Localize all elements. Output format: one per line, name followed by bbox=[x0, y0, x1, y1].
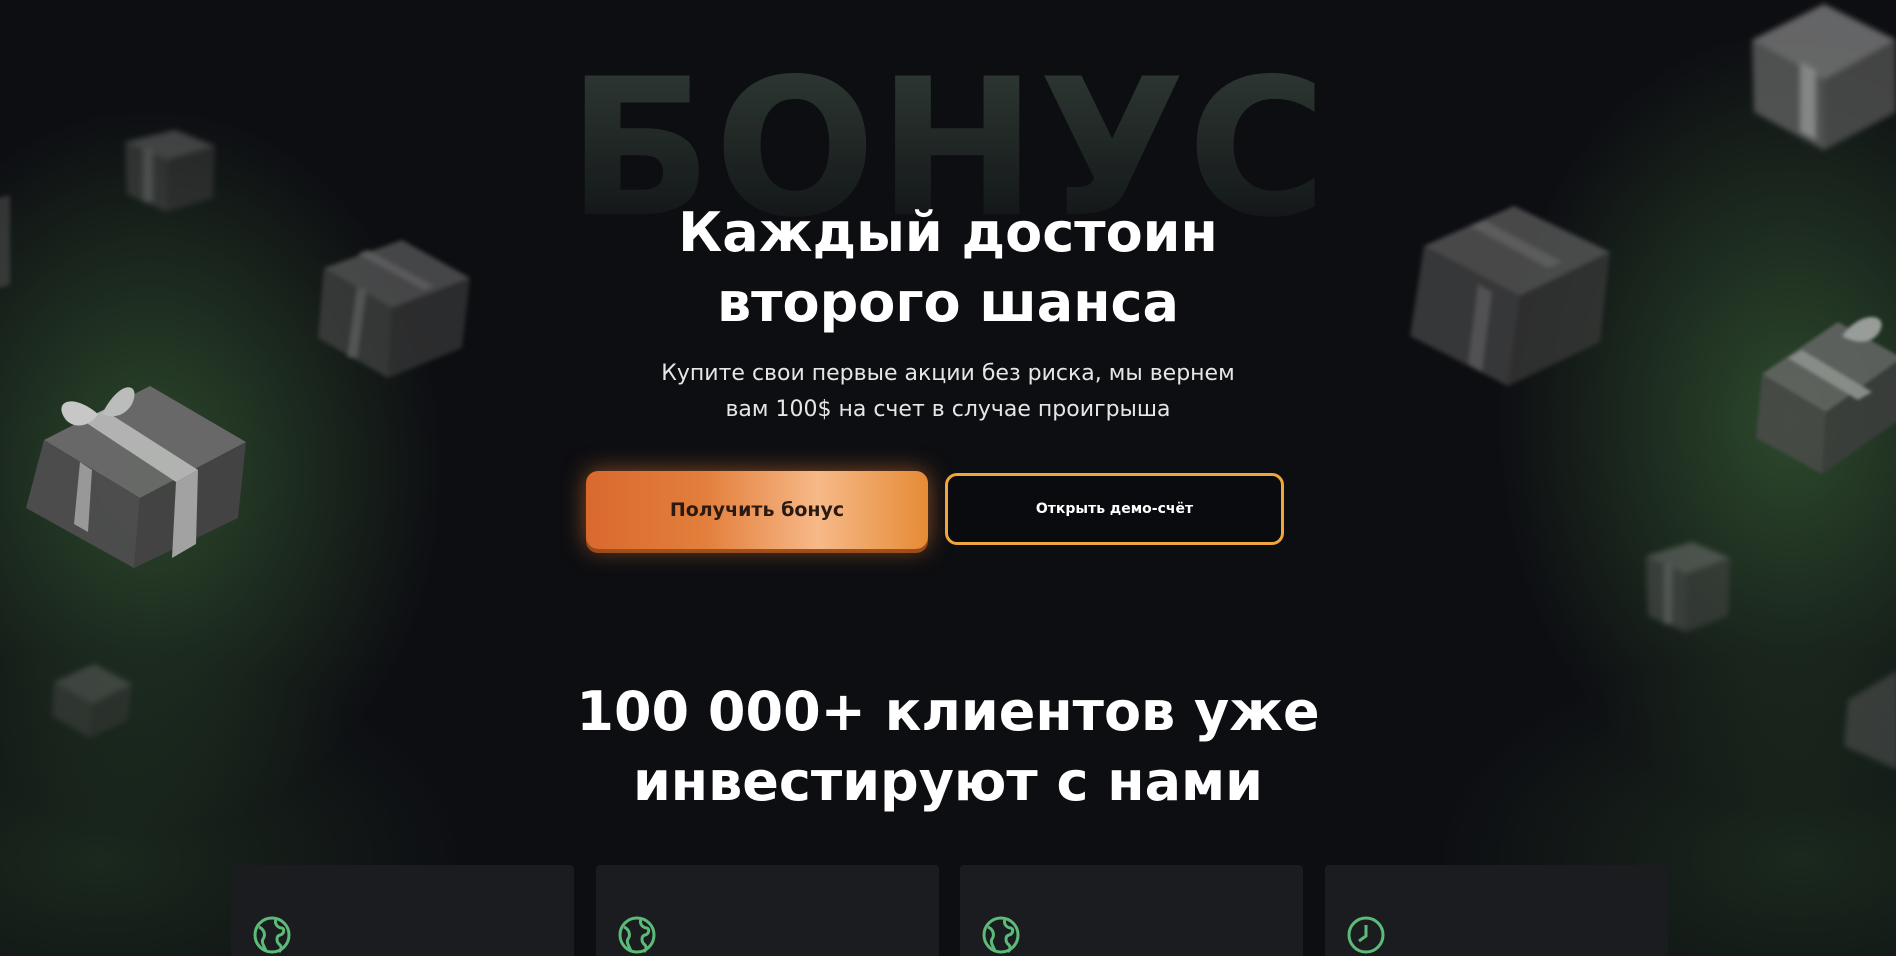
globe-icon bbox=[252, 915, 292, 955]
hero-subtitle-line: Купите свои первые акции без риска, мы в… bbox=[661, 361, 1235, 386]
gift-box-decoration bbox=[1640, 536, 1735, 636]
globe-icon bbox=[617, 915, 657, 955]
hero-subtitle-line: вам 100$ на счет в случае проигрыша bbox=[725, 397, 1171, 422]
hero-title: Каждый достоин второго шанса bbox=[0, 198, 1896, 338]
feature-card bbox=[1325, 865, 1668, 956]
clients-stats-title: 100 000+ клиентов уже инвестируют с нами bbox=[0, 677, 1896, 817]
feature-card bbox=[231, 865, 574, 956]
clock-icon bbox=[1346, 915, 1386, 955]
hero-title-line: Каждый достоин bbox=[678, 201, 1218, 264]
stats-title-line: инвестируют с нами bbox=[632, 750, 1264, 813]
stats-title-line: 100 000+ клиентов уже bbox=[576, 680, 1320, 743]
open-demo-account-button[interactable]: Открыть демо-счёт bbox=[945, 473, 1284, 545]
feature-cards bbox=[231, 865, 1668, 956]
hero-title-line: второго шанса bbox=[717, 271, 1179, 334]
landing-page: БОНУС Каждый достоин второго шанса Купит… bbox=[0, 0, 1896, 956]
globe-icon bbox=[981, 915, 1021, 955]
feature-card bbox=[960, 865, 1303, 956]
get-bonus-button[interactable]: Получить бонус bbox=[586, 471, 928, 549]
feature-card bbox=[596, 865, 939, 956]
hero-subtitle: Купите свои первые акции без риска, мы в… bbox=[0, 356, 1896, 428]
